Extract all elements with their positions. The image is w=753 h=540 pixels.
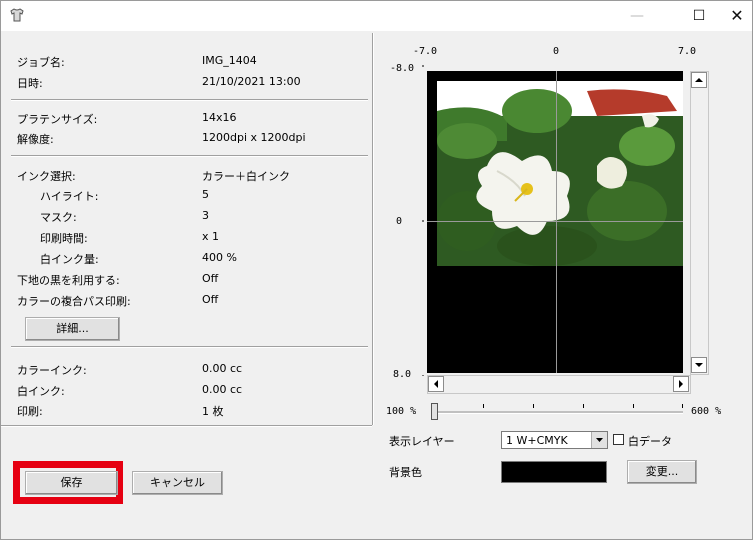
use-black-value: Off xyxy=(202,272,219,285)
multipass-label: カラーの複合パス印刷: xyxy=(17,295,131,308)
separator xyxy=(1,425,372,427)
multipass-value: Off xyxy=(202,293,219,306)
print-time-label: 印刷時間: xyxy=(40,232,88,245)
print-settings-window: — ☐ ✕ ジョブ名: IMG_1404 日時: 21/10/2021 13:0… xyxy=(0,0,753,540)
triangle-right-icon xyxy=(679,380,683,388)
zoom-slider-thumb[interactable] xyxy=(431,403,438,420)
center-crosshair-vertical xyxy=(556,71,557,373)
ink-selection-value: カラー＋白インク xyxy=(202,170,290,183)
x-tick-label: 7.0 xyxy=(678,46,697,57)
dropdown-button[interactable] xyxy=(591,432,607,448)
platen-size-value: 14x16 xyxy=(202,111,237,124)
job-name-value: IMG_1404 xyxy=(202,54,257,67)
color-ink-value: 0.00 cc xyxy=(202,362,243,375)
print-count-label: 印刷: xyxy=(17,405,43,418)
triangle-down-icon xyxy=(695,363,703,367)
close-button[interactable]: ✕ xyxy=(714,1,753,31)
triangle-up-icon xyxy=(695,78,703,82)
highlight-label: ハイライト: xyxy=(40,190,99,203)
slider-tick xyxy=(633,404,634,408)
resolution-value: 1200dpi x 1200dpi xyxy=(202,131,306,144)
separator xyxy=(11,99,368,101)
display-layer-label: 表示レイヤー xyxy=(389,435,455,448)
highlight-value: 5 xyxy=(202,188,209,201)
resolution-label: 解像度: xyxy=(17,133,54,146)
platen-size-label: プラテンサイズ: xyxy=(17,113,98,126)
white-ink-label: 白インク: xyxy=(17,385,65,398)
minimize-button[interactable]: — xyxy=(614,1,660,31)
vertical-divider xyxy=(372,33,374,425)
job-name-label: ジョブ名: xyxy=(17,56,65,69)
display-layer-select[interactable]: 1 W+CMYK xyxy=(501,431,608,449)
scroll-left-arrow[interactable] xyxy=(428,376,444,392)
vertical-scrollbar[interactable] xyxy=(690,71,709,375)
slider-tick xyxy=(682,404,683,408)
slider-tick xyxy=(533,404,534,408)
white-ink-amount-value: 400 % xyxy=(202,251,237,264)
save-button[interactable]: 保存 xyxy=(25,471,118,495)
change-color-button[interactable]: 変更... xyxy=(627,460,697,484)
center-crosshair-horizontal xyxy=(427,221,683,222)
horizontal-scrollbar[interactable] xyxy=(427,375,691,394)
print-count-value: 1 枚 xyxy=(202,405,224,418)
white-data-label: 白データ xyxy=(628,435,672,448)
datetime-value: 21/10/2021 13:00 xyxy=(202,75,301,88)
zoom-slider-track[interactable] xyxy=(433,411,683,414)
chevron-down-icon xyxy=(596,438,603,442)
use-black-label: 下地の黒を利用する: xyxy=(17,274,120,287)
white-ink-amount-label: 白インク量: xyxy=(40,253,99,266)
mask-label: マスク: xyxy=(40,211,77,224)
y-ruler xyxy=(422,65,424,376)
ink-selection-label: インク選択: xyxy=(17,170,76,183)
scroll-down-arrow[interactable] xyxy=(691,357,707,373)
separator xyxy=(11,346,368,348)
zoom-max-label: 600 % xyxy=(691,406,722,417)
details-button[interactable]: 詳細... xyxy=(25,317,120,341)
triangle-left-icon xyxy=(434,380,438,388)
color-ink-label: カラーインク: xyxy=(17,364,87,377)
slider-tick xyxy=(483,404,484,408)
print-time-value: x 1 xyxy=(202,230,220,243)
background-color-label: 背景色 xyxy=(389,466,422,479)
white-data-checkbox[interactable] xyxy=(613,434,624,445)
display-layer-value: 1 W+CMYK xyxy=(506,434,568,447)
cancel-button[interactable]: キャンセル xyxy=(132,471,223,495)
title-bar: — ☐ ✕ xyxy=(1,1,752,31)
background-color-swatch xyxy=(501,461,607,483)
scroll-up-arrow[interactable] xyxy=(691,72,707,88)
scroll-right-arrow[interactable] xyxy=(673,376,689,392)
separator xyxy=(11,155,368,157)
x-tick-label: 0 xyxy=(553,46,560,57)
print-preview-canvas[interactable] xyxy=(427,71,683,373)
slider-tick xyxy=(583,404,584,408)
zoom-min-label: 100 % xyxy=(386,406,417,417)
tshirt-icon xyxy=(10,8,24,22)
white-ink-value: 0.00 cc xyxy=(202,383,243,396)
preview-image xyxy=(427,71,683,373)
mask-value: 3 xyxy=(202,209,209,222)
datetime-label: 日時: xyxy=(17,77,43,90)
